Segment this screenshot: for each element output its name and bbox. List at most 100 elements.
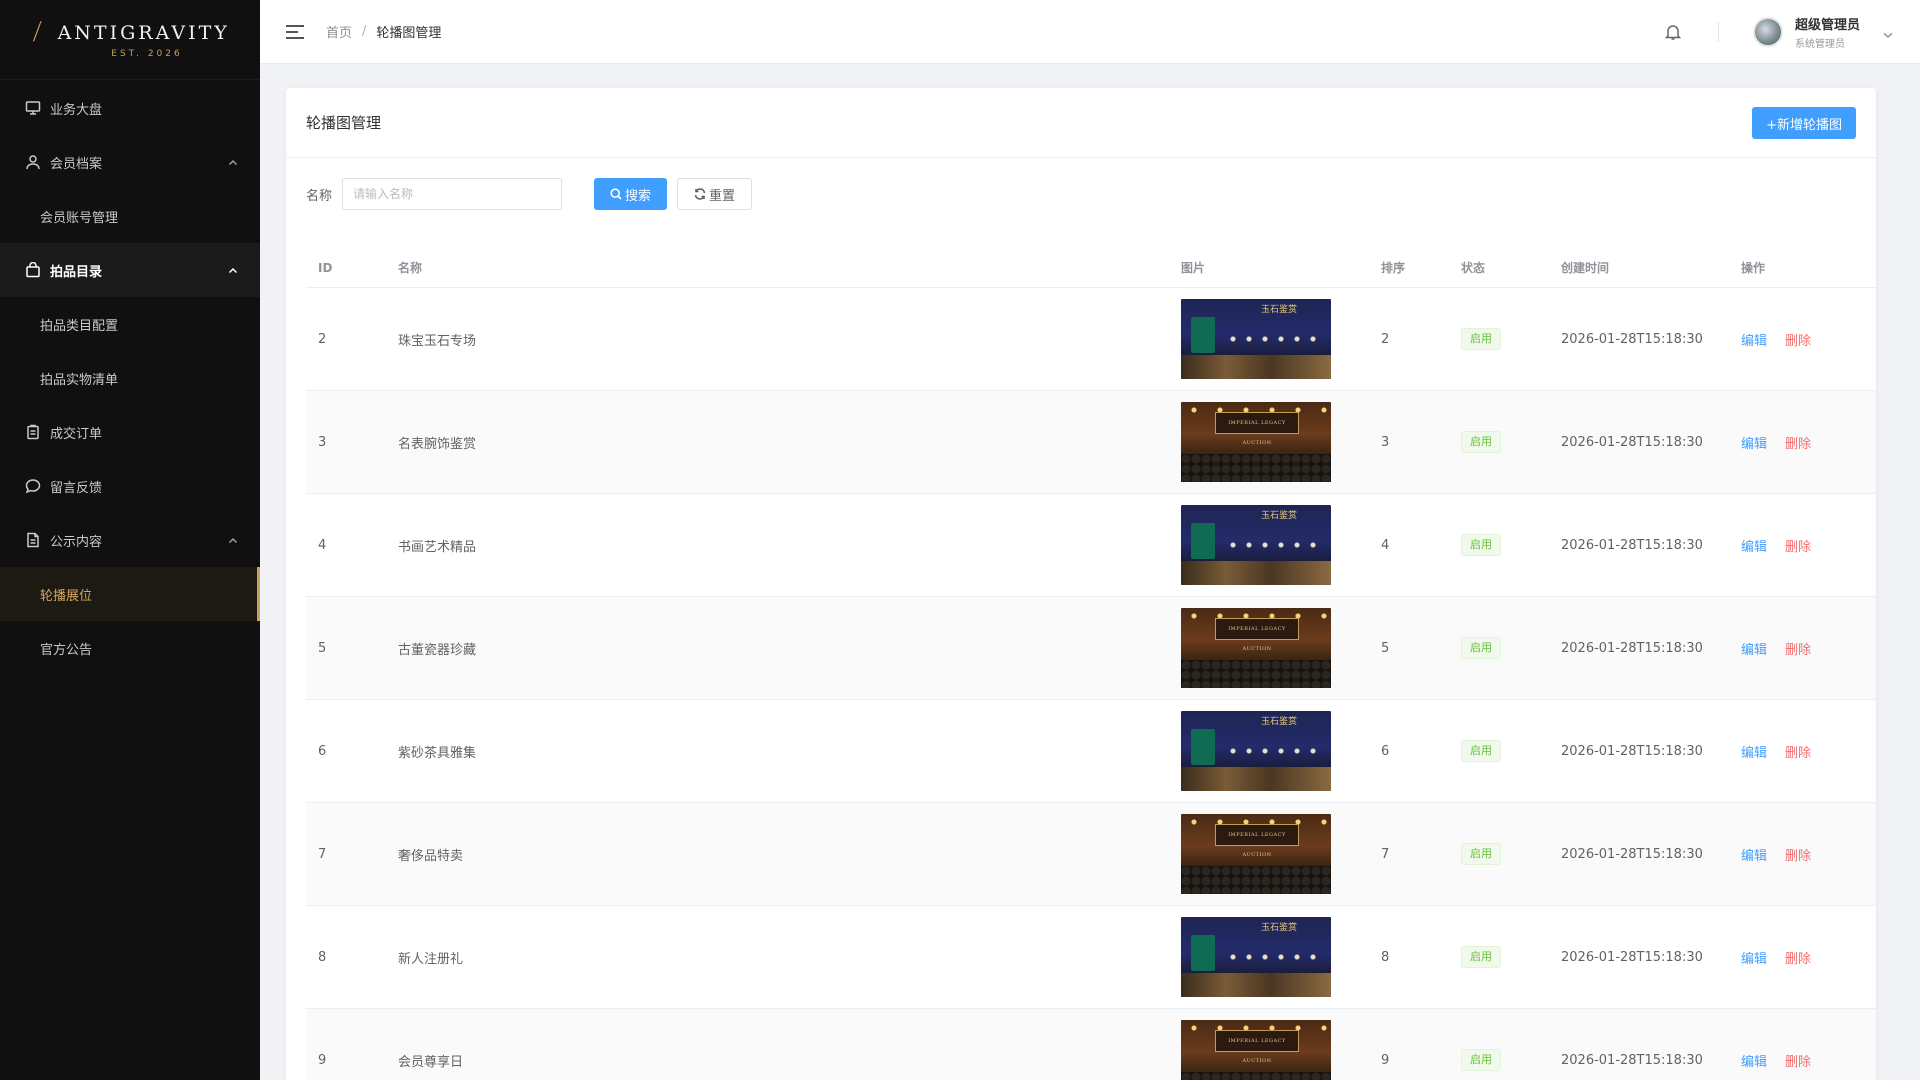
row-created: 2026-01-28T15:18:30 (1561, 1052, 1703, 1068)
cell-created: 2026-01-28T15:18:30 (1549, 744, 1729, 759)
carousel-thumbnail[interactable]: 玉石鉴赏 (1181, 711, 1331, 791)
edit-button[interactable]: 编辑 (1741, 433, 1767, 452)
column-header-id[interactable]: ID (306, 261, 386, 275)
sidebar-item-members[interactable]: 会员档案 (0, 135, 260, 189)
sidebar-item-category-config[interactable]: 拍品类目配置 (0, 297, 260, 351)
thumbnail-crowd (1181, 1072, 1331, 1080)
cell-sort: 3 (1369, 435, 1449, 450)
sidebar-item-feedback[interactable]: 留言反馈 (0, 459, 260, 513)
edit-button[interactable]: 编辑 (1741, 1051, 1767, 1070)
row-id: 5 (318, 640, 327, 656)
table-row: 5 古董瓷器珍藏 IMPERIAL LEGACY AUCTION 5 启用 20… (306, 597, 1876, 700)
delete-button[interactable]: 删除 (1785, 742, 1811, 761)
cell-image: 玉石鉴赏 (1169, 299, 1369, 379)
search-button-label: 搜索 (625, 188, 652, 204)
delete-button[interactable]: 删除 (1785, 1051, 1811, 1070)
sidebar-item-public-content[interactable]: 公示内容 (0, 513, 260, 567)
search-input[interactable] (342, 178, 563, 210)
carousel-table: ID 名称 图片 排序 状态 创建时间 操作 2 珠宝玉石专场 玉石鉴赏 2 启… (306, 248, 1876, 1080)
cell-actions: 编辑 删除 (1729, 639, 1876, 658)
row-name: 名表腕饰鉴赏 (398, 436, 477, 452)
column-header-image[interactable]: 图片 (1169, 259, 1369, 276)
delete-button[interactable]: 删除 (1785, 845, 1811, 864)
user-name: 超级管理员 (1794, 18, 1860, 33)
sidebar-item-label: 会员档案 (50, 156, 103, 172)
carousel-thumbnail[interactable]: IMPERIAL LEGACY AUCTION (1181, 402, 1331, 482)
sidebar-item-member-accounts[interactable]: 会员账号管理 (0, 189, 260, 243)
cell-created: 2026-01-28T15:18:30 (1549, 538, 1729, 553)
row-sort: 4 (1381, 537, 1390, 553)
cell-created: 2026-01-28T15:18:30 (1549, 435, 1729, 450)
user-menu[interactable]: 超级管理员 系统管理员 (1752, 14, 1894, 50)
edit-button[interactable]: 编辑 (1741, 845, 1767, 864)
sidebar-item-label: 拍品目录 (50, 264, 103, 280)
reset-button-label: 重置 (709, 188, 736, 204)
search-button[interactable]: 搜索 (594, 178, 668, 210)
delete-button[interactable]: 删除 (1785, 536, 1811, 555)
row-created: 2026-01-28T15:18:30 (1561, 434, 1703, 450)
edit-button[interactable]: 编辑 (1741, 330, 1767, 349)
edit-button[interactable]: 编辑 (1741, 639, 1767, 658)
cell-name: 紫砂茶具雅集 (386, 742, 1169, 761)
row-id: 2 (318, 331, 327, 347)
sidebar-item-announcements[interactable]: 官方公告 (0, 621, 260, 675)
carousel-thumbnail[interactable]: IMPERIAL LEGACY AUCTION (1181, 1020, 1331, 1080)
cell-image: IMPERIAL LEGACY AUCTION (1169, 608, 1369, 688)
breadcrumb-home[interactable]: 首页 (326, 22, 352, 41)
delete-button[interactable]: 删除 (1785, 639, 1811, 658)
reset-button[interactable]: 重置 (677, 178, 753, 210)
carousel-thumbnail[interactable]: 玉石鉴赏 (1181, 299, 1331, 379)
thumbnail-title: 玉石鉴赏 (1261, 923, 1298, 933)
cell-sort: 5 (1369, 641, 1449, 656)
header-right: 超级管理员 系统管理员 (1664, 0, 1894, 64)
row-sort: 3 (1381, 434, 1390, 450)
search-icon (610, 188, 622, 200)
delete-button[interactable]: 删除 (1785, 433, 1811, 452)
carousel-thumbnail[interactable]: 玉石鉴赏 (1181, 917, 1331, 997)
sidebar-item-orders[interactable]: 成交订单 (0, 405, 260, 459)
sidebar-item-label: 轮播展位 (40, 588, 93, 604)
cell-id: 7 (306, 847, 386, 862)
thumbnail-banner-text: IMPERIAL LEGACY AUCTION (1228, 832, 1286, 858)
edit-button[interactable]: 编辑 (1741, 948, 1767, 967)
delete-button[interactable]: 删除 (1785, 948, 1811, 967)
cell-id: 4 (306, 538, 386, 553)
cell-actions: 编辑 删除 (1729, 845, 1876, 864)
sidebar-item-label: 会员账号管理 (40, 210, 119, 226)
cell-status: 启用 (1449, 1049, 1549, 1071)
column-header-sort[interactable]: 排序 (1369, 259, 1449, 276)
search-label: 名称 (306, 188, 333, 204)
edit-button[interactable]: 编辑 (1741, 742, 1767, 761)
cell-actions: 编辑 删除 (1729, 742, 1876, 761)
column-header-created[interactable]: 创建时间 (1549, 259, 1729, 276)
add-carousel-button[interactable]: +新增轮播图 (1752, 107, 1856, 139)
carousel-thumbnail[interactable]: IMPERIAL LEGACY AUCTION (1181, 608, 1331, 688)
cell-created: 2026-01-28T15:18:30 (1549, 641, 1729, 656)
sidebar-item-dashboard[interactable]: 业务大盘 (0, 81, 260, 135)
cell-status: 启用 (1449, 843, 1549, 865)
delete-button[interactable]: 删除 (1785, 330, 1811, 349)
row-id: 4 (318, 537, 327, 553)
cell-actions: 编辑 删除 (1729, 948, 1876, 967)
thumbnail-banner: IMPERIAL LEGACY AUCTION (1215, 824, 1299, 858)
bell-icon[interactable] (1664, 23, 1682, 41)
sidebar-item-carousel[interactable]: 轮播展位 (0, 567, 260, 621)
sidebar: ⟋ ANTIGRAVITY EST. 2026 业务大盘 会员档案 会员账号管理… (0, 0, 260, 1080)
column-header-status[interactable]: 状态 (1449, 259, 1549, 276)
clipboard-icon (24, 423, 42, 441)
cell-status: 启用 (1449, 946, 1549, 968)
sidebar-item-catalog[interactable]: 拍品目录 (0, 243, 260, 297)
carousel-thumbnail[interactable]: IMPERIAL LEGACY AUCTION (1181, 814, 1331, 894)
sidebar-item-item-list[interactable]: 拍品实物清单 (0, 351, 260, 405)
document-icon (24, 531, 42, 549)
cell-image: IMPERIAL LEGACY AUCTION (1169, 1020, 1369, 1080)
row-id: 8 (318, 949, 327, 965)
cell-image: IMPERIAL LEGACY AUCTION (1169, 402, 1369, 482)
edit-button[interactable]: 编辑 (1741, 536, 1767, 555)
brand-name: ANTIGRAVITY (57, 21, 230, 44)
column-header-name[interactable]: 名称 (386, 259, 1169, 276)
brand-logo[interactable]: ⟋ ANTIGRAVITY EST. 2026 (0, 0, 260, 80)
carousel-thumbnail[interactable]: 玉石鉴赏 (1181, 505, 1331, 585)
menu-toggle-icon[interactable] (286, 24, 304, 39)
thumbnail-banner-text: IMPERIAL LEGACY AUCTION (1228, 1038, 1286, 1064)
